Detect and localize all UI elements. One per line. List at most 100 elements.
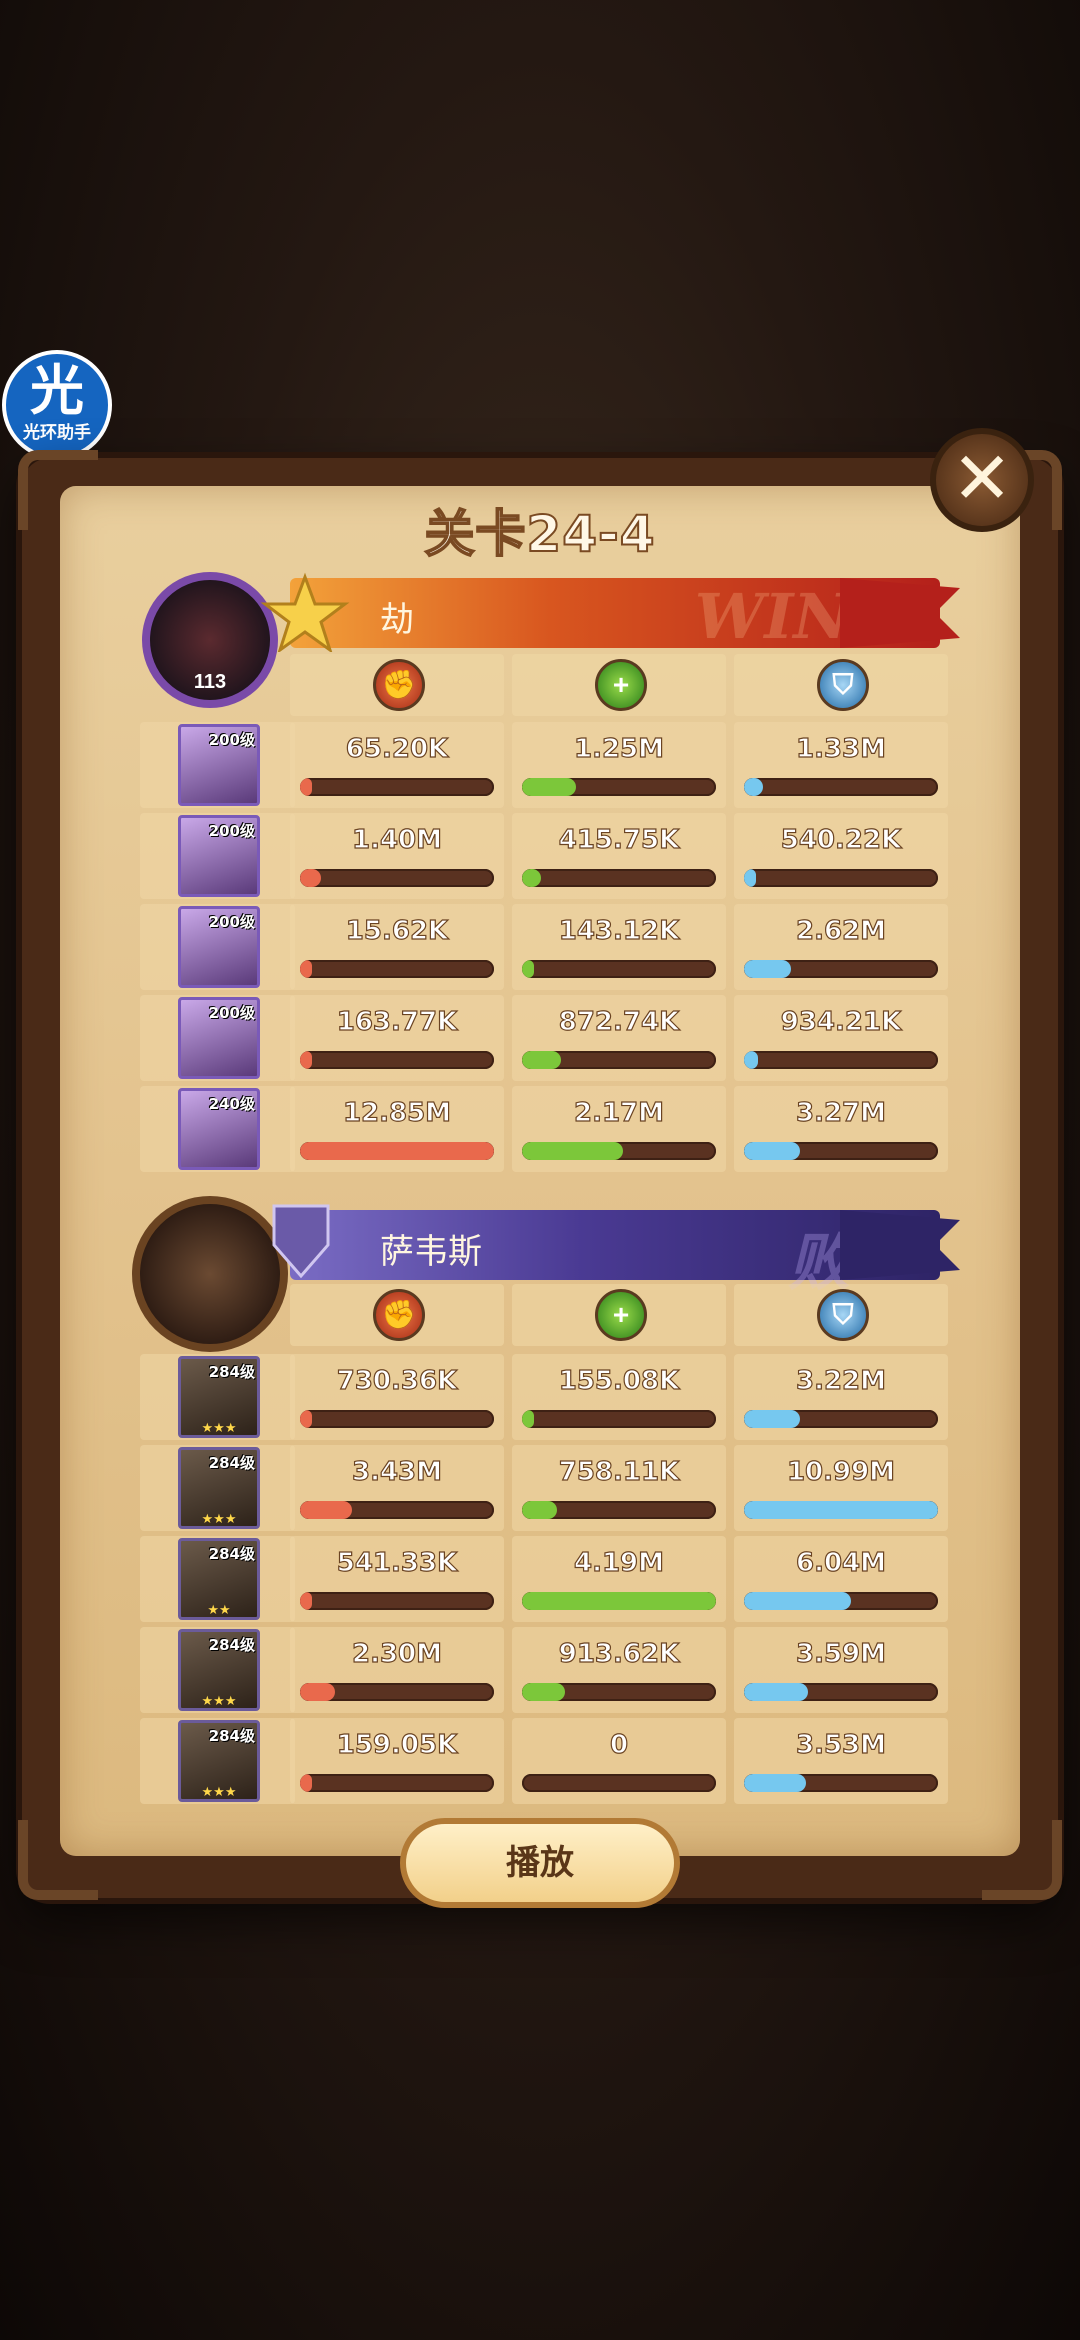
healing-bar <box>522 1142 716 1160</box>
taken-bar <box>744 1683 938 1701</box>
damage-stat-cell: 2.30M <box>290 1627 504 1713</box>
hero-level: 284级 <box>208 1454 255 1472</box>
hero-level: 200级 <box>208 1004 255 1022</box>
play-button[interactable]: 播放 <box>400 1818 680 1908</box>
taken-value: 3.22M <box>795 1365 887 1396</box>
healing-value: 758.11K <box>558 1456 680 1487</box>
taken-bar-fill <box>744 1683 809 1701</box>
fist-icon: ✊ <box>373 659 425 711</box>
loser-avatar[interactable] <box>132 1196 288 1352</box>
damage-bar <box>300 1051 494 1069</box>
taken-stat-cell: 3.59M <box>734 1627 948 1713</box>
hero-cell: 284级 ★★★ <box>140 1445 295 1531</box>
taken-bar <box>744 960 938 978</box>
damage-bar <box>300 1501 494 1519</box>
hero-cell: 200级 <box>140 995 295 1081</box>
damage-bar-fill <box>300 1683 335 1701</box>
hero-portrait[interactable]: 200级 <box>178 724 260 806</box>
healing-bar-fill <box>522 1410 534 1428</box>
healing-bar <box>522 1683 716 1701</box>
healing-value: 415.75K <box>558 824 680 855</box>
taken-value: 10.99M <box>786 1456 896 1487</box>
healing-bar <box>522 960 716 978</box>
shield-icon: ⛉ <box>817 659 869 711</box>
healing-stat-cell: 2.17M <box>512 1086 726 1172</box>
hero-stars: ★★★ <box>201 1693 237 1708</box>
hero-portrait[interactable]: 200级 <box>178 997 260 1079</box>
damage-stat-cell: 15.62K <box>290 904 504 990</box>
hero-row: 284级 ★★★ 2.30M 913.62K 3.59M <box>140 1627 960 1713</box>
fist-icon: ✊ <box>373 1289 425 1341</box>
hero-level: 200级 <box>208 822 255 840</box>
win-label: WIN <box>694 580 850 653</box>
damage-stat-cell: 65.20K <box>290 722 504 808</box>
taken-stat-cell: 540.22K <box>734 813 948 899</box>
hero-portrait[interactable]: 200级 <box>178 906 260 988</box>
healing-bar <box>522 1410 716 1428</box>
taken-bar-fill <box>744 1501 938 1519</box>
healing-value: 155.08K <box>558 1365 680 1396</box>
hero-portrait[interactable]: 284级 ★★★ <box>178 1629 260 1711</box>
guanghuan-assistant-badge[interactable]: 光 光环助手 <box>2 350 112 460</box>
damage-stat-cell: 730.36K <box>290 1354 504 1440</box>
hero-row: 200级 65.20K 1.25M 1.33M <box>140 722 960 808</box>
hero-cell: 200级 <box>140 904 295 990</box>
taken-stat-cell: 3.53M <box>734 1718 948 1804</box>
hero-row: 284级 ★★★ 3.43M 758.11K 10.99M <box>140 1445 960 1531</box>
frame-corner-ornament <box>982 1820 1062 1900</box>
damage-bar-fill <box>300 1774 312 1792</box>
taken-value: 3.59M <box>795 1638 887 1669</box>
taken-stat-cell: 934.21K <box>734 995 948 1081</box>
damage-stat-cell: 163.77K <box>290 995 504 1081</box>
damage-bar <box>300 960 494 978</box>
frame-corner-ornament <box>18 1820 98 1900</box>
damage-bar <box>300 1683 494 1701</box>
damage-value: 2.30M <box>351 1638 443 1669</box>
damage-bar-fill <box>300 778 312 796</box>
taken-bar-fill <box>744 1142 801 1160</box>
hero-portrait[interactable]: 284级 ★★★ <box>178 1356 260 1438</box>
damage-stat-cell: 3.43M <box>290 1445 504 1531</box>
taken-bar-fill <box>744 1774 807 1792</box>
hero-portrait[interactable]: 200级 <box>178 815 260 897</box>
hero-level: 284级 <box>208 1727 255 1745</box>
damage-bar <box>300 1142 494 1160</box>
healing-bar-fill <box>522 1501 557 1519</box>
healing-bar <box>522 1774 716 1792</box>
healing-stat-cell: 872.74K <box>512 995 726 1081</box>
healing-bar <box>522 778 716 796</box>
damage-value: 65.20K <box>345 733 449 764</box>
hero-stars: ★★★ <box>201 1420 237 1435</box>
taken-stat-cell: 6.04M <box>734 1536 948 1622</box>
damage-bar <box>300 1410 494 1428</box>
damage-bar <box>300 1592 494 1610</box>
hero-cell: 284级 ★★★ <box>140 1354 295 1440</box>
hero-row: 200级 163.77K 872.74K 934.21K <box>140 995 960 1081</box>
winner-name: 劫 <box>380 600 414 640</box>
hero-portrait[interactable]: 284级 ★★★ <box>178 1720 260 1802</box>
healing-stat-cell: 758.11K <box>512 1445 726 1531</box>
taken-value: 934.21K <box>780 1006 902 1037</box>
shield-icon: ⛉ <box>817 1289 869 1341</box>
healing-bar-fill <box>522 1051 561 1069</box>
loser-name: 萨韦斯 <box>380 1232 482 1272</box>
taken-bar <box>744 1592 938 1610</box>
damage-bar-fill <box>300 1142 494 1160</box>
damage-value: 12.85M <box>342 1097 452 1128</box>
hero-portrait[interactable]: 284级 ★★ <box>178 1538 260 1620</box>
hero-portrait[interactable]: 240级 <box>178 1088 260 1170</box>
hero-portrait[interactable]: 284级 ★★★ <box>178 1447 260 1529</box>
damage-value: 163.77K <box>336 1006 458 1037</box>
damage-value: 730.36K <box>336 1365 458 1396</box>
hero-level: 284级 <box>208 1363 255 1381</box>
taken-value: 3.53M <box>795 1729 887 1760</box>
winner-banner: 劫 WIN <box>290 578 960 653</box>
loser-banner: 萨韦斯 败 <box>290 1210 960 1299</box>
healing-value: 913.62K <box>558 1638 680 1669</box>
taken-bar <box>744 1142 938 1160</box>
player-level: 113 <box>193 671 227 693</box>
damage-bar-fill <box>300 869 322 887</box>
stage-title: 关卡24-4 <box>423 504 656 564</box>
damage-bar <box>300 1774 494 1792</box>
healing-stat-cell: 4.19M <box>512 1536 726 1622</box>
